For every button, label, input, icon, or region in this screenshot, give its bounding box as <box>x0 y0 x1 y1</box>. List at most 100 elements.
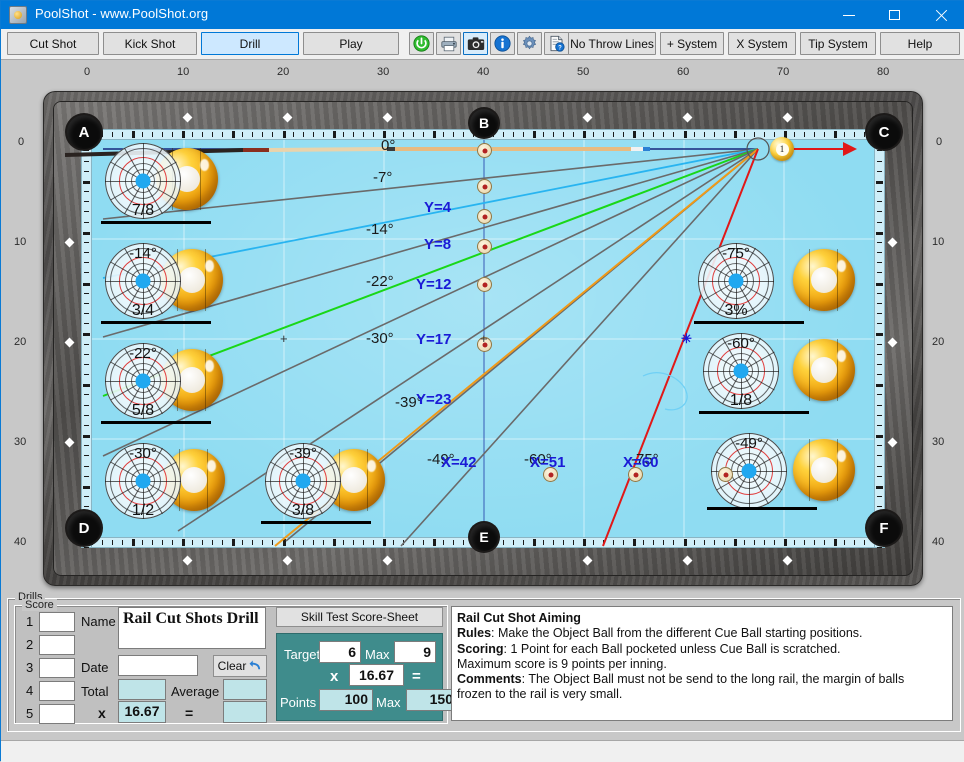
axis-right-10: 10 <box>932 236 945 248</box>
marker-Y12: Y=12 <box>416 276 452 293</box>
target-dot[interactable] <box>477 277 492 292</box>
angle-label-30: -30° <box>366 330 394 347</box>
axis-top-50: 50 <box>577 66 590 78</box>
minimize-button[interactable] <box>826 1 872 29</box>
target-dot[interactable] <box>718 467 733 482</box>
axis-top-20: 20 <box>277 66 290 78</box>
axis-top-80: 80 <box>877 66 890 78</box>
axis-right-40: 40 <box>932 536 945 548</box>
pool-table[interactable]: A B C D E F 7/8 -14° 3/4 -22° 5/8 -30° 1… <box>43 91 923 586</box>
comments-label: Comments <box>457 672 522 686</box>
target-max-label: Max <box>365 647 390 662</box>
ghost-angle: -75° <box>722 245 750 262</box>
ghost-fraction: 3/8 <box>291 502 315 519</box>
ghost-ball-1[interactable]: 7/8 <box>101 143 211 224</box>
points-max-label: Max <box>376 695 401 710</box>
help-document-button[interactable]: ? <box>544 32 569 55</box>
power-button[interactable] <box>409 32 434 55</box>
ghost-angle: -60° <box>727 335 755 352</box>
ghost-fraction: 1/2 <box>131 502 155 519</box>
cue-ball-number: 1 <box>775 142 789 156</box>
object-ball[interactable] <box>793 339 855 401</box>
result-field[interactable] <box>223 701 267 723</box>
pocket-A[interactable]: A <box>67 115 101 149</box>
ghost-angle: -22° <box>129 345 157 362</box>
target-dot[interactable] <box>477 239 492 254</box>
ghost-ball-5[interactable]: -39° 3/8 <box>261 443 371 524</box>
axis-left-20: 20 <box>14 336 27 348</box>
points-max-value: 150 <box>429 691 453 707</box>
description-scoring-line2: Maximum score is 9 points per inning. <box>457 656 667 671</box>
status-bar <box>1 740 964 762</box>
target-label: Target <box>284 647 321 662</box>
info-icon <box>494 35 511 52</box>
target-dot[interactable] <box>477 179 492 194</box>
ghost-ball-2[interactable]: -14° 3/4 <box>101 243 211 324</box>
score-input-1[interactable] <box>39 612 75 632</box>
pocket-D[interactable]: D <box>67 511 101 545</box>
total-value-field[interactable] <box>118 679 166 700</box>
score-input-5[interactable] <box>39 704 75 724</box>
ghost-ball-4[interactable]: -30° 1/2 <box>105 443 181 519</box>
maximize-button[interactable] <box>872 1 918 29</box>
ghost-ball-7[interactable]: -60° 1/8 <box>699 333 809 414</box>
settings-button[interactable] <box>517 32 542 55</box>
cue-ball[interactable]: 1 <box>770 137 794 161</box>
app-window: PoolShot - www.PoolShot.org Cut Shot Kic… <box>0 0 964 762</box>
help-document-icon: ? <box>550 35 565 52</box>
average-value-field[interactable] <box>223 679 267 700</box>
target-dot[interactable] <box>477 143 492 158</box>
pocket-B[interactable]: B <box>470 109 498 137</box>
score-input-2[interactable] <box>39 635 75 655</box>
score-input-4[interactable] <box>39 681 75 701</box>
marker-Y23: Y=23 <box>416 391 452 408</box>
axis-left-0: 0 <box>18 136 25 148</box>
window-title: PoolShot - www.PoolShot.org <box>35 6 209 21</box>
target-value: 6 <box>348 644 356 660</box>
option-tip-system[interactable]: Tip System <box>800 32 876 55</box>
date-label: Date <box>81 660 109 675</box>
ghost-ball-6[interactable]: -75° 3% <box>694 243 804 324</box>
tab-kick-shot[interactable]: Kick Shot <box>103 32 197 55</box>
skill-test-score-sheet-button[interactable]: Skill Test Score-Sheet <box>276 607 443 627</box>
ghost-angle: -39° <box>289 445 317 462</box>
scoring-text: : 1 Point for each Ball pocketed unless … <box>503 641 841 656</box>
marker-X51: X=51 <box>530 454 566 471</box>
angle-label-22: -22° <box>366 273 394 290</box>
option-plus-system[interactable]: + System <box>660 32 724 55</box>
object-ball[interactable] <box>793 249 855 311</box>
screenshot-button[interactable] <box>463 32 488 55</box>
description-comments-line2: frozen to the rail is very small. <box>457 687 623 702</box>
pocket-C[interactable]: C <box>867 115 901 149</box>
print-button[interactable] <box>436 32 461 55</box>
target-dot[interactable] <box>477 209 492 224</box>
title-bar: PoolShot - www.PoolShot.org <box>1 1 964 29</box>
maximize-icon <box>889 9 901 21</box>
table-area: 0 10 20 30 40 50 60 70 80 0 10 20 30 40 … <box>1 60 964 593</box>
info-button[interactable] <box>490 32 515 55</box>
angle-label-0: 0° <box>381 137 396 154</box>
axis-top-30: 30 <box>377 66 390 78</box>
skill-multiply-symbol: x <box>330 668 339 685</box>
ghost-ball-3[interactable]: -22° 5/8 <box>101 343 211 424</box>
option-x-system[interactable]: X System <box>728 32 796 55</box>
drill-date-input[interactable] <box>118 655 198 676</box>
marker-Y4: Y=4 <box>424 199 452 216</box>
total-label: Total <box>81 684 109 699</box>
option-help[interactable]: Help <box>880 32 960 55</box>
tab-cut-shot[interactable]: Cut Shot <box>7 32 99 55</box>
tab-drill[interactable]: Drill <box>201 32 299 55</box>
center-cross-icon: + <box>480 331 488 346</box>
drill-description[interactable]: Rail Cut Shot Aiming Rules: Make the Obj… <box>451 606 953 721</box>
close-button[interactable] <box>918 1 964 29</box>
option-no-throw-lines[interactable]: No Throw Lines <box>568 32 656 55</box>
drill-name-value: Rail Cut Shots Drill <box>123 610 259 627</box>
score-input-3[interactable] <box>39 658 75 678</box>
pocket-F[interactable]: F <box>867 511 901 545</box>
tab-play[interactable]: Play <box>303 32 399 55</box>
object-ball[interactable] <box>793 439 855 501</box>
description-scoring-line: Scoring: 1 Point for each Ball pocketed … <box>457 642 947 657</box>
pocket-E[interactable]: E <box>470 523 498 551</box>
clear-button[interactable]: Clear <box>213 655 267 677</box>
marker-X60: X=60 <box>623 454 659 471</box>
